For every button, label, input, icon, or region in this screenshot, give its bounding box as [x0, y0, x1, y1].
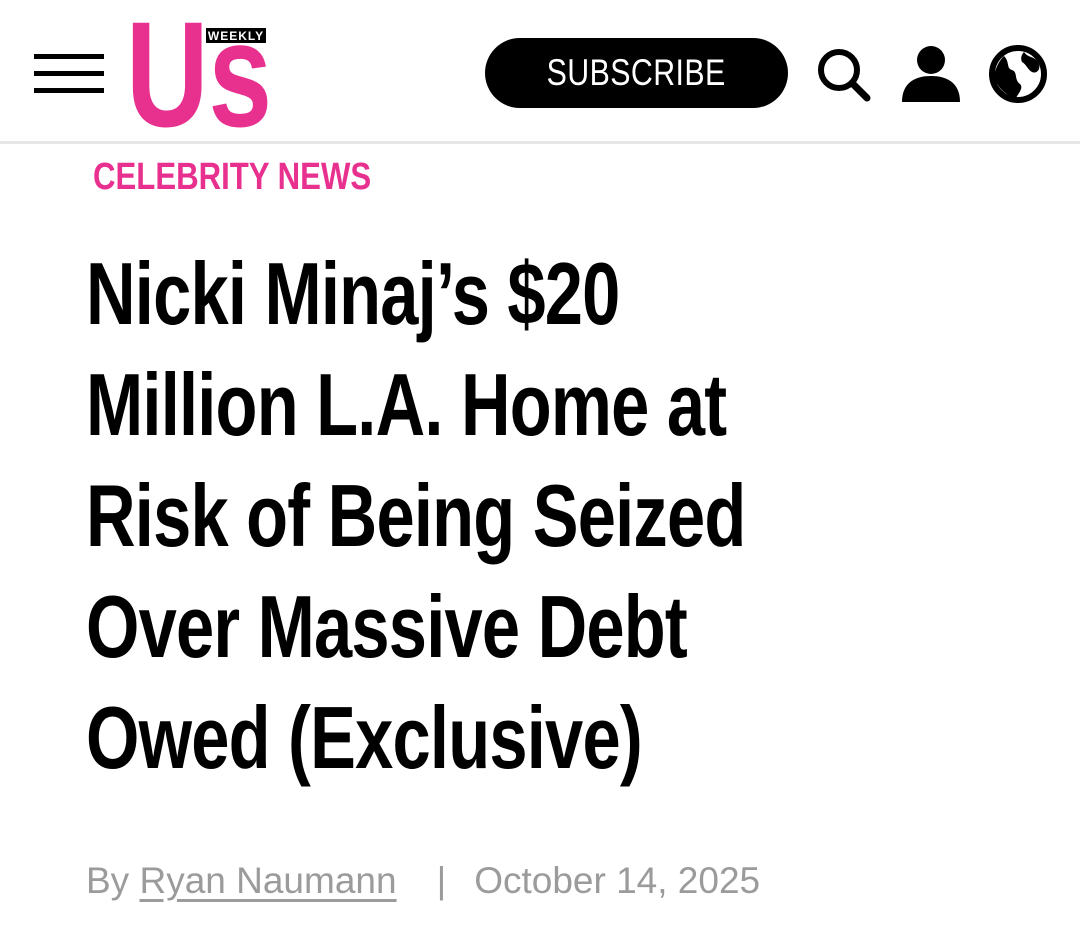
publish-date: October 14, 2025	[474, 860, 761, 901]
search-icon[interactable]	[815, 46, 871, 102]
menu-icon[interactable]	[34, 54, 104, 94]
article-headline: Nicki Minaj’s $20 Million L.A. Home at R…	[86, 238, 983, 793]
logo-badge: WEEKLY	[208, 29, 264, 43]
headline-line: Owed (Exclusive)	[86, 688, 643, 787]
category-label[interactable]: CELEBRITY NEWS	[93, 156, 432, 199]
site-logo[interactable]: Us WEEKLY	[126, 14, 274, 129]
user-icon[interactable]	[900, 44, 962, 102]
byline-prefix: By	[86, 860, 130, 901]
byline-separator: |	[436, 860, 447, 901]
subscribe-button[interactable]: SUBSCRIBE	[485, 38, 788, 108]
headline-line: Over Massive Debt	[86, 577, 688, 676]
headline-line: Million L.A. Home at	[86, 355, 727, 454]
headline-line: Nicki Minaj’s $20	[86, 244, 620, 343]
site-header: Us WEEKLY SUBSCRIBE	[0, 0, 1080, 144]
author-link[interactable]: Ryan Naumann	[139, 860, 396, 901]
globe-icon[interactable]	[988, 44, 1048, 104]
headline-line: Risk of Being Seized	[86, 466, 746, 565]
byline: By Ryan Naumann | October 14, 2025	[86, 860, 760, 902]
